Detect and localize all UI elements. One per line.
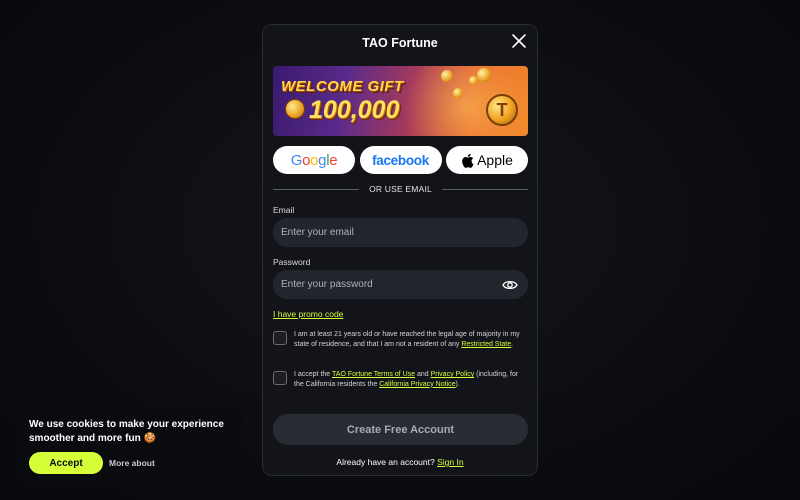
terms-end: ). bbox=[455, 380, 460, 388]
coin-icon bbox=[285, 99, 305, 119]
age-confirm-text: I am at least 21 years old or have reach… bbox=[294, 330, 526, 350]
facebook-login-button[interactable]: facebook bbox=[359, 146, 442, 174]
social-login-row: Google facebook Apple bbox=[273, 146, 528, 174]
banner-coin-decoration bbox=[441, 70, 453, 82]
banner-amount: 100,000 bbox=[309, 96, 400, 124]
signin-prompt: Already have an account? bbox=[336, 457, 435, 467]
terms-pre: I accept the bbox=[294, 371, 331, 378]
apple-login-button[interactable]: Apple bbox=[446, 146, 528, 174]
divider-line bbox=[273, 188, 360, 190]
create-account-button[interactable]: Create Free Account bbox=[273, 414, 528, 445]
google-letter: G bbox=[290, 151, 303, 169]
welcome-gift-banner: WELCOME GIFT 100,000 T bbox=[273, 66, 528, 136]
signin-row: Already have an account? Sign In bbox=[263, 457, 537, 467]
terms-and: and bbox=[416, 371, 429, 378]
email-field[interactable] bbox=[273, 218, 528, 247]
eye-icon bbox=[502, 280, 518, 290]
email-label: Email bbox=[273, 205, 295, 215]
apple-icon bbox=[462, 153, 474, 168]
cookie-banner: We use cookies to make your experience s… bbox=[20, 408, 242, 482]
accept-cookies-button[interactable]: Accept bbox=[29, 452, 103, 474]
show-password-toggle[interactable] bbox=[502, 278, 518, 290]
divider-text: OR USE EMAIL bbox=[369, 184, 432, 194]
modal-title: TAO Fortune bbox=[362, 36, 438, 50]
signup-modal: TAO Fortune WELCOME GIFT 100,000 T Googl… bbox=[262, 24, 538, 476]
promo-code-link[interactable]: I have promo code bbox=[273, 309, 343, 319]
close-icon bbox=[512, 34, 526, 48]
banner-title: WELCOME GIFT bbox=[281, 78, 404, 95]
or-divider: OR USE EMAIL bbox=[273, 183, 529, 195]
age-confirm-checkbox[interactable] bbox=[273, 331, 287, 345]
banner-coin-decoration bbox=[477, 68, 491, 82]
signin-link[interactable]: Sign In bbox=[437, 457, 463, 467]
google-letter: g bbox=[318, 151, 327, 169]
terms-of-use-link[interactable]: TAO Fortune Terms of Use bbox=[332, 371, 415, 378]
terms-checkbox[interactable] bbox=[273, 371, 287, 385]
age-confirm-end: . bbox=[511, 340, 514, 348]
google-login-button[interactable]: Google bbox=[273, 146, 355, 174]
google-letter: o bbox=[310, 151, 319, 169]
facebook-logo: facebook bbox=[372, 152, 429, 168]
terms-text: I accept the TAO Fortune Terms of Use an… bbox=[294, 370, 526, 390]
cookie-message: We use cookies to make your experience s… bbox=[29, 419, 224, 444]
google-logo: Google bbox=[291, 152, 338, 169]
tao-coin-icon: T bbox=[486, 94, 518, 126]
california-privacy-link[interactable]: California Privacy Notice bbox=[379, 381, 455, 388]
google-letter: o bbox=[302, 151, 311, 169]
restricted-state-link[interactable]: Restricted State bbox=[461, 341, 511, 348]
more-about-link[interactable]: More about bbox=[109, 458, 155, 468]
privacy-policy-link[interactable]: Privacy Policy bbox=[431, 371, 475, 378]
banner-coin-decoration bbox=[453, 88, 463, 98]
password-field[interactable] bbox=[273, 270, 528, 299]
apple-label: Apple bbox=[477, 152, 513, 168]
close-button[interactable] bbox=[511, 33, 527, 49]
password-label: Password bbox=[273, 257, 311, 267]
google-letter: e bbox=[329, 151, 338, 169]
divider-line bbox=[441, 188, 529, 190]
